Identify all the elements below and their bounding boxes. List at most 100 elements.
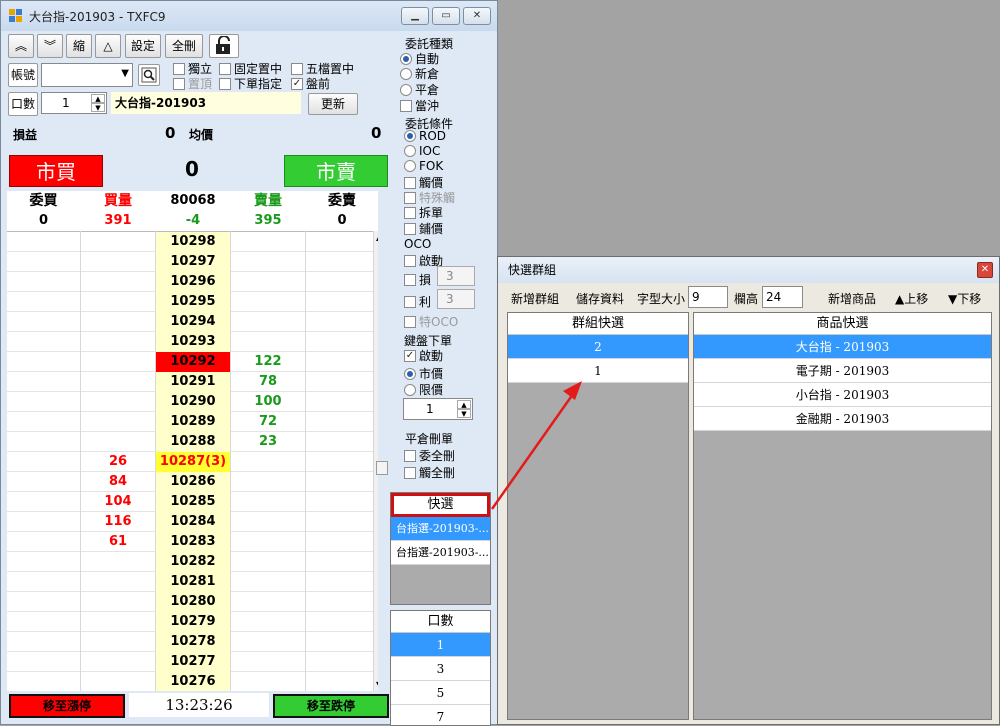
sell-qty-cell[interactable] — [231, 252, 305, 272]
entrust-sell-cell[interactable] — [306, 472, 378, 492]
spread-price-checkbox[interactable]: 鋪價 — [404, 220, 443, 237]
entrust-buy-cell[interactable] — [7, 492, 80, 512]
cancel-all-entrust-checkbox[interactable]: 委全刪 — [404, 447, 455, 464]
cond-fok-radio[interactable]: FOK — [404, 159, 443, 173]
sell-qty-cell[interactable]: 72 — [231, 412, 305, 432]
price-cell[interactable]: 10293 — [156, 332, 230, 352]
sell-qty-cell[interactable] — [231, 652, 305, 672]
entrust-sell-cell[interactable] — [306, 532, 378, 552]
sell-qty-cell[interactable]: 23 — [231, 432, 305, 452]
special-oco-checkbox[interactable]: 特OCO — [404, 313, 458, 330]
new-group-button[interactable]: 新增群組 — [511, 290, 559, 307]
quick-select-header[interactable]: 快選 — [391, 493, 490, 517]
entrust-sell-cell[interactable] — [306, 452, 378, 472]
entrust-buy-cell[interactable] — [7, 552, 80, 572]
buy-qty-cell[interactable] — [81, 552, 155, 572]
buy-qty-cell[interactable]: 104 — [81, 492, 155, 512]
price-cell[interactable]: 10277 — [156, 652, 230, 672]
sell-qty-cell[interactable] — [231, 512, 305, 532]
product-item[interactable]: 電子期 - 201903 — [694, 359, 991, 383]
qty-stepper[interactable]: 1 ▲ ▼ — [41, 92, 107, 114]
entrust-sell-cell[interactable] — [306, 512, 378, 532]
group-item[interactable]: 1 — [508, 359, 688, 383]
price-cell[interactable]: 10281 — [156, 572, 230, 592]
entrust-buy-cell[interactable] — [7, 412, 80, 432]
entrust-sell-cell[interactable] — [306, 632, 378, 652]
entrust-buy-cell[interactable] — [7, 352, 80, 372]
price-cell[interactable]: 10290 — [156, 392, 230, 412]
scroll-down-icon[interactable]: ▼ — [376, 680, 378, 689]
sell-qty-cell[interactable] — [231, 532, 305, 552]
price-cell[interactable]: 10283 — [156, 532, 230, 552]
buy-qty-cell[interactable] — [81, 392, 155, 412]
buy-qty-cell[interactable] — [81, 232, 155, 252]
price-cell[interactable]: 10292 — [156, 352, 230, 372]
entrust-buy-cell[interactable] — [7, 312, 80, 332]
sell-qty-cell[interactable] — [231, 672, 305, 691]
price-cell[interactable]: 10297 — [156, 252, 230, 272]
entrust-sell-cell[interactable] — [306, 272, 378, 292]
buy-qty-cell[interactable] — [81, 592, 155, 612]
price-cell[interactable]: 10294 — [156, 312, 230, 332]
buy-qty-cell[interactable] — [81, 312, 155, 332]
shrink-button[interactable]: 縮 — [66, 34, 92, 58]
entrust-sell-cell[interactable] — [306, 672, 378, 691]
close-button[interactable]: ✕ — [463, 7, 491, 25]
price-cell[interactable]: 10298 — [156, 232, 230, 252]
entrust-sell-cell[interactable] — [306, 372, 378, 392]
keyboard-enable-checkbox[interactable]: ✓ 啟動 — [404, 347, 443, 364]
lots-item[interactable]: 5 — [391, 681, 490, 705]
entrust-buy-cell[interactable] — [7, 592, 80, 612]
order-type-new-radio[interactable]: 新倉 — [400, 65, 439, 82]
entrust-sell-cell[interactable] — [306, 332, 378, 352]
entrust-buy-cell[interactable] — [7, 452, 80, 472]
minimize-button[interactable]: ▁ — [401, 7, 429, 25]
sell-qty-cell[interactable] — [231, 272, 305, 292]
sell-qty-cell[interactable] — [231, 572, 305, 592]
sell-qty-cell[interactable] — [231, 292, 305, 312]
product-item[interactable]: 小台指 - 201903 — [694, 383, 991, 407]
lower-specified-checkbox[interactable]: 下單指定 — [219, 75, 282, 92]
split-order-checkbox[interactable]: 拆單 — [404, 204, 443, 221]
maximize-button[interactable]: ▭ — [432, 7, 460, 25]
price-cell[interactable]: 10295 — [156, 292, 230, 312]
entrust-sell-cell[interactable] — [306, 432, 378, 452]
price-cell[interactable]: 10280 — [156, 592, 230, 612]
day-trade-checkbox[interactable]: 當沖 — [400, 97, 439, 114]
row-height-input[interactable]: 24 — [762, 286, 803, 308]
price-cell[interactable]: 10285 — [156, 492, 230, 512]
buy-qty-cell[interactable] — [81, 652, 155, 672]
sell-qty-cell[interactable] — [231, 332, 305, 352]
entrust-buy-cell[interactable] — [7, 652, 80, 672]
entrust-sell-cell[interactable] — [306, 232, 378, 252]
move-to-limit-down-button[interactable]: 移至跌停 — [273, 694, 389, 718]
entrust-buy-cell[interactable] — [7, 232, 80, 252]
quick-select-item[interactable]: 台指選-201903-... — [391, 517, 490, 541]
price-cell[interactable]: 10279 — [156, 612, 230, 632]
market-buy-button[interactable]: 市買 — [9, 155, 103, 187]
buy-qty-cell[interactable]: 116 — [81, 512, 155, 532]
entrust-buy-cell[interactable] — [7, 612, 80, 632]
buy-qty-cell[interactable] — [81, 252, 155, 272]
account-select[interactable]: ▼ — [41, 63, 133, 87]
cancel-all-touch-checkbox[interactable]: 觸全刪 — [404, 464, 455, 481]
buy-qty-cell[interactable]: 61 — [81, 532, 155, 552]
buy-qty-cell[interactable] — [81, 412, 155, 432]
entrust-sell-cell[interactable] — [306, 652, 378, 672]
sell-qty-cell[interactable] — [231, 452, 305, 472]
move-down-button[interactable]: ▼下移 — [948, 290, 981, 307]
sell-qty-cell[interactable] — [231, 312, 305, 332]
top-item-checkbox[interactable]: 置頂 — [173, 75, 212, 92]
price-cell[interactable]: 10278 — [156, 632, 230, 652]
sell-qty-cell[interactable] — [231, 592, 305, 612]
buy-qty-cell[interactable]: 84 — [81, 472, 155, 492]
oco-loss-checkbox[interactable]: 損 — [404, 271, 431, 288]
entrust-buy-cell[interactable] — [7, 372, 80, 392]
product-item[interactable]: 大台指 - 201903 — [694, 335, 991, 359]
search-button[interactable] — [138, 64, 160, 86]
delete-all-button[interactable]: 全刪 — [165, 34, 203, 58]
entrust-buy-cell[interactable] — [7, 572, 80, 592]
buy-qty-cell[interactable] — [81, 332, 155, 352]
price-cell[interactable]: 10291 — [156, 372, 230, 392]
price-cell[interactable]: 10284 — [156, 512, 230, 532]
